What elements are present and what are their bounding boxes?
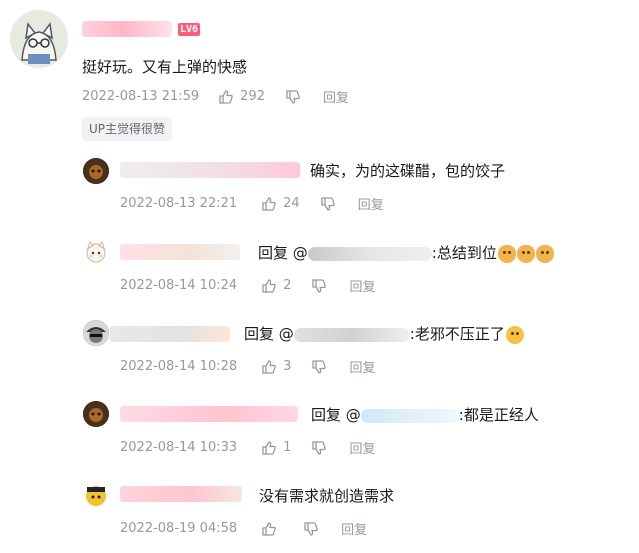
username-redacted[interactable] [120, 162, 300, 178]
mention-redacted[interactable] [360, 408, 459, 423]
thumbs-down-icon[interactable] [285, 89, 301, 105]
smile-emoji-icon [505, 325, 524, 344]
avatar[interactable] [83, 158, 109, 184]
reply-text: 回复 @:都是正经人 [311, 406, 539, 424]
thumbs-down-icon[interactable] [311, 359, 327, 375]
avatar[interactable] [83, 239, 109, 265]
reply-prefix: 回复 @ [258, 244, 308, 262]
like-count: 1 [283, 440, 292, 455]
reply-time: 2022-08-14 10:28 [120, 359, 238, 374]
like-count: 24 [283, 196, 300, 211]
dog-emoji-icon [535, 244, 554, 263]
dog-emoji-icon [516, 244, 535, 263]
username-redacted[interactable] [110, 326, 230, 342]
reply-time: 2022-08-19 04:58 [120, 521, 238, 536]
avatar[interactable] [83, 401, 109, 427]
reply-meta: 2022-08-14 10:28 3 回复 [120, 357, 375, 376]
comment-time: 2022-08-13 21:59 [82, 89, 200, 104]
reply-prefix: 回复 @ [244, 325, 294, 343]
level-badge: LV6 [178, 23, 201, 36]
like-count: 2 [283, 278, 292, 293]
comment-meta: 2022-08-13 21:59 292 回复 [82, 87, 349, 106]
thumbs-down-icon[interactable] [303, 521, 319, 537]
reply-meta: 2022-08-14 10:33 1 回复 [120, 438, 375, 457]
reply-text: 确实，为的这碟醋，包的饺子 [310, 162, 506, 180]
reply-time: 2022-08-14 10:24 [120, 278, 238, 293]
reply-button[interactable]: 回复 [349, 357, 375, 376]
reply-button[interactable]: 回复 [358, 194, 384, 213]
avatar[interactable] [83, 320, 109, 346]
dog-emoji-icon [497, 244, 516, 263]
thumbs-up-icon[interactable] [261, 521, 277, 537]
thumbs-down-icon[interactable] [311, 278, 327, 294]
reply-meta: 2022-08-14 10:24 2 回复 [120, 276, 375, 295]
mention-redacted[interactable] [293, 327, 410, 342]
reply-time: 2022-08-13 22:21 [120, 196, 238, 211]
thumbs-up-icon[interactable] [218, 89, 234, 105]
username-redacted[interactable] [120, 486, 242, 502]
reply-meta: 2022-08-19 04:58 回复 [120, 519, 367, 538]
reply-prefix: 回复 @ [311, 406, 361, 424]
thumbs-down-icon[interactable] [311, 440, 327, 456]
avatar[interactable] [83, 482, 109, 508]
reply-button[interactable]: 回复 [341, 519, 367, 538]
thumbs-up-icon[interactable] [261, 440, 277, 456]
thumbs-up-icon[interactable] [261, 196, 277, 212]
reply-button[interactable]: 回复 [323, 87, 349, 106]
reply-time: 2022-08-14 10:33 [120, 440, 238, 455]
thumbs-down-icon[interactable] [320, 196, 336, 212]
reply-text: 回复 @:老邪不压正了 [244, 323, 524, 344]
comment-text: 挺好玩。又有上弹的快感 [82, 58, 248, 76]
username-redacted[interactable] [82, 21, 172, 37]
like-count: 292 [240, 89, 265, 104]
username-redacted[interactable] [120, 244, 240, 260]
reply-text: 没有需求就创造需求 [259, 487, 395, 505]
like-count: 3 [283, 359, 292, 374]
mention-redacted[interactable] [307, 246, 432, 261]
reply-button[interactable]: 回复 [349, 276, 375, 295]
avatar[interactable] [10, 10, 68, 68]
thumbs-up-icon[interactable] [261, 278, 277, 294]
reply-text: 回复 @:总结到位 [258, 242, 554, 263]
up-liked-tag: UP主觉得很赞 [82, 117, 173, 141]
reply-meta: 2022-08-13 22:21 24 回复 [120, 194, 384, 213]
reply-button[interactable]: 回复 [349, 438, 375, 457]
thumbs-up-icon[interactable] [261, 359, 277, 375]
username-redacted[interactable] [120, 406, 298, 422]
